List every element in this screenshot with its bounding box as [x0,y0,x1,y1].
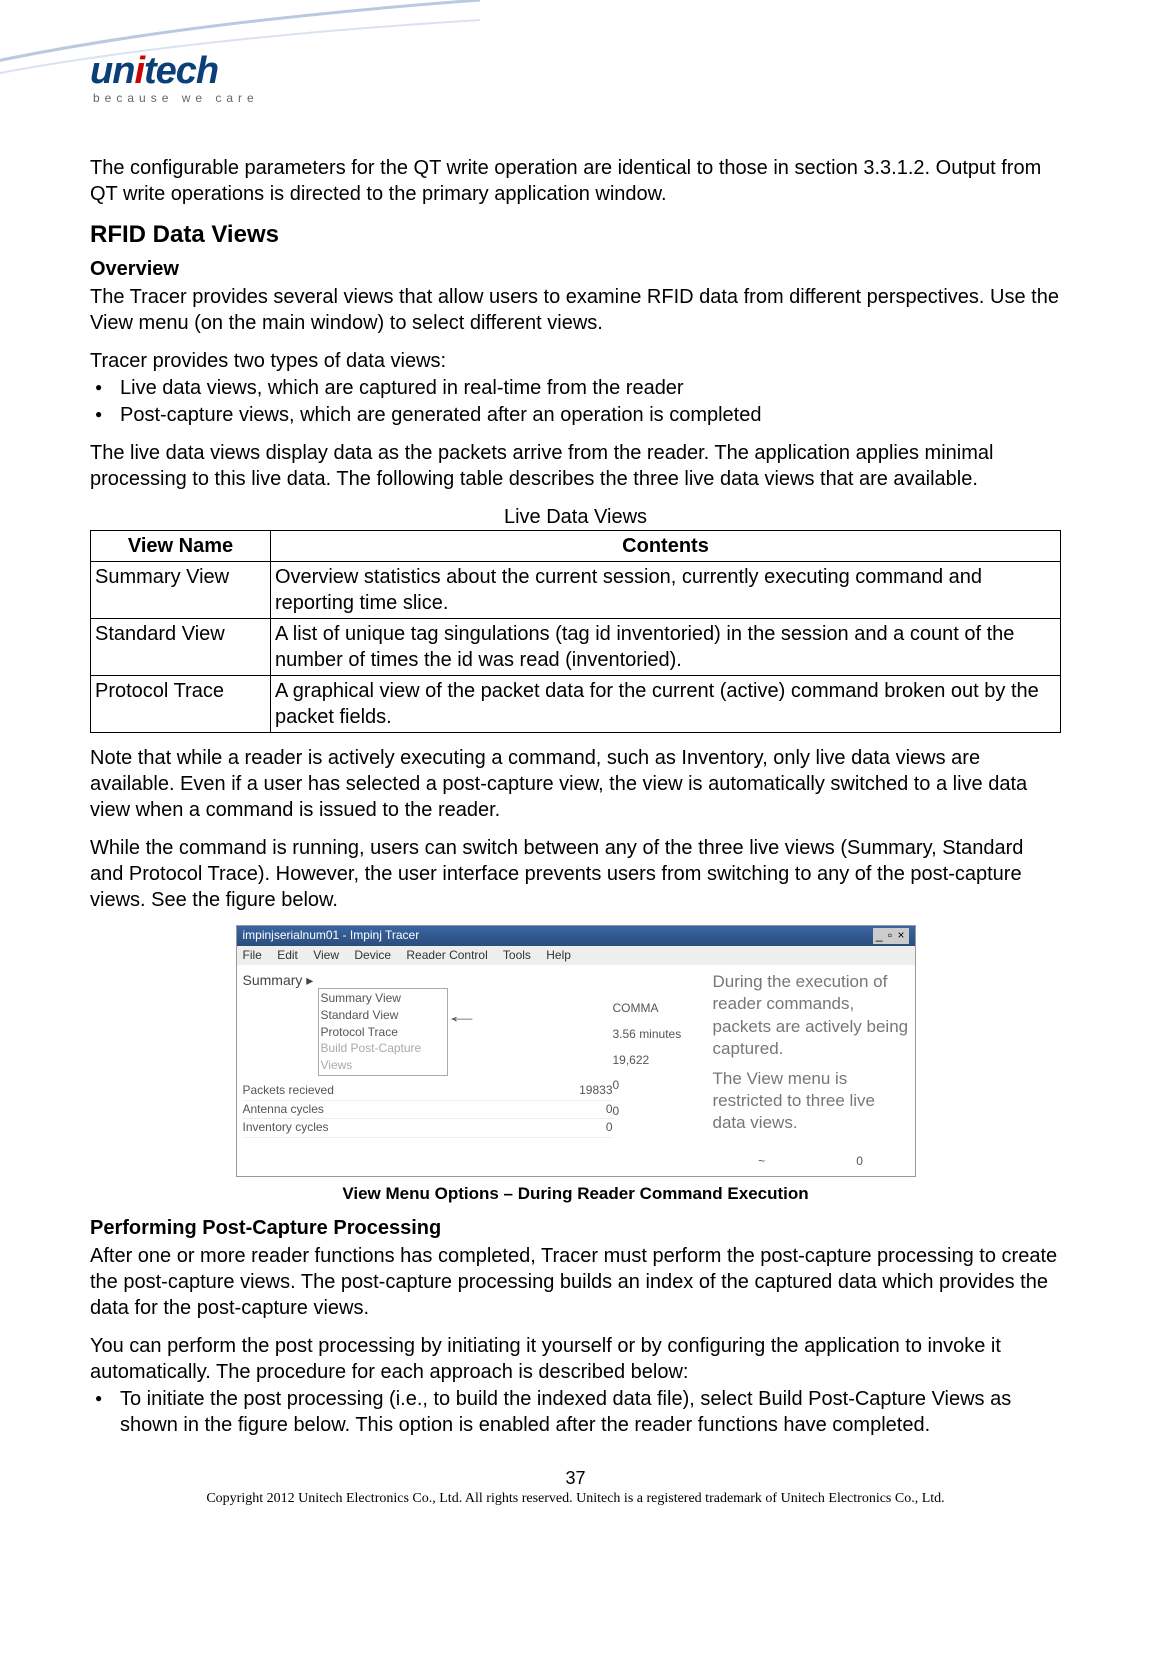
table-caption: Live Data Views [90,504,1061,530]
table-row: Standard View A list of unique tag singu… [91,619,1061,676]
active-tab-label: Summary ▸ [243,972,314,988]
menu-item: Device [354,948,391,962]
menu-item: View [313,948,339,962]
page-number: 37 [90,1468,1061,1489]
window-titlebar: impinjserialnum01 - Impinj Tracer _ ▫ × [237,926,915,946]
window-menubar: File Edit View Device Reader Control Too… [237,946,915,966]
dropdown-item-disabled: Build Post-Capture Views [321,1040,445,1074]
postcapture-text: After one or more reader functions has c… [90,1243,1061,1321]
overview-heading: Overview [90,256,1061,282]
list-item: Live data views, which are captured in r… [90,375,1061,401]
note-paragraph: Note that while a reader is actively exe… [90,745,1061,823]
window-title: impinjserialnum01 - Impinj Tracer [243,928,420,944]
window-controls: _ ▫ × [873,928,909,944]
menu-item: Reader Control [406,948,487,962]
stat-row: Inventory cycles0 [243,1119,613,1138]
copyright-text: Copyright 2012 Unitech Electronics Co., … [90,1491,1061,1507]
menu-item: Tools [503,948,531,962]
table-row: Protocol Trace A graphical view of the p… [91,676,1061,733]
table-row: Summary View Overview statistics about t… [91,562,1061,619]
types-list: Live data views, which are captured in r… [90,375,1061,428]
menu-item: Edit [277,948,298,962]
live-views-table: View Name Contents Summary View Overview… [90,530,1061,733]
intro-paragraph: The configurable parameters for the QT w… [90,155,1061,207]
live-paragraph: The live data views display data as the … [90,440,1061,492]
section-heading: RFID Data Views [90,219,1061,250]
dropdown-item: Standard View [321,1007,445,1024]
stat-row: Antenna cycles0 [243,1101,613,1120]
logo-tagline: because we care [93,91,1061,105]
dropdown-item: Protocol Trace [321,1024,445,1041]
annotation-text: During the execution of reader commands,… [713,971,909,1059]
figure-caption: View Menu Options – During Reader Comman… [90,1183,1061,1205]
table-header: View Name [91,531,271,562]
annotation-text: The View menu is restricted to three liv… [713,1068,909,1134]
while-paragraph: While the command is running, users can … [90,835,1061,913]
center-column: COMMA 3.56 minutes 19,622 0 0 [613,971,703,1169]
figure-screenshot: impinjserialnum01 - Impinj Tracer _ ▫ × … [236,925,916,1176]
menu-item: Help [546,948,571,962]
logo: unitech because we care [90,40,1061,105]
table-header: Contents [271,531,1061,562]
list-item: To initiate the post processing (i.e., t… [90,1386,1061,1438]
overview-text: The Tracer provides several views that a… [90,284,1061,336]
types-intro: Tracer provides two types of data views: [90,348,1061,374]
list-item: Post-capture views, which are generated … [90,402,1061,428]
postprocess-list: To initiate the post processing (i.e., t… [90,1386,1061,1438]
menu-item: File [243,948,262,962]
arrow-icon: ← [444,1005,480,1028]
dropdown-item: Summary View [321,990,445,1007]
postprocess-paragraph: You can perform the post processing by i… [90,1333,1061,1385]
postcapture-heading: Performing Post-Capture Processing [90,1215,1061,1241]
stat-row: Packets recieved19833 [243,1082,613,1101]
view-dropdown: Summary View Standard View Protocol Trac… [318,988,448,1076]
logo-wordmark: unitech [90,50,1061,93]
